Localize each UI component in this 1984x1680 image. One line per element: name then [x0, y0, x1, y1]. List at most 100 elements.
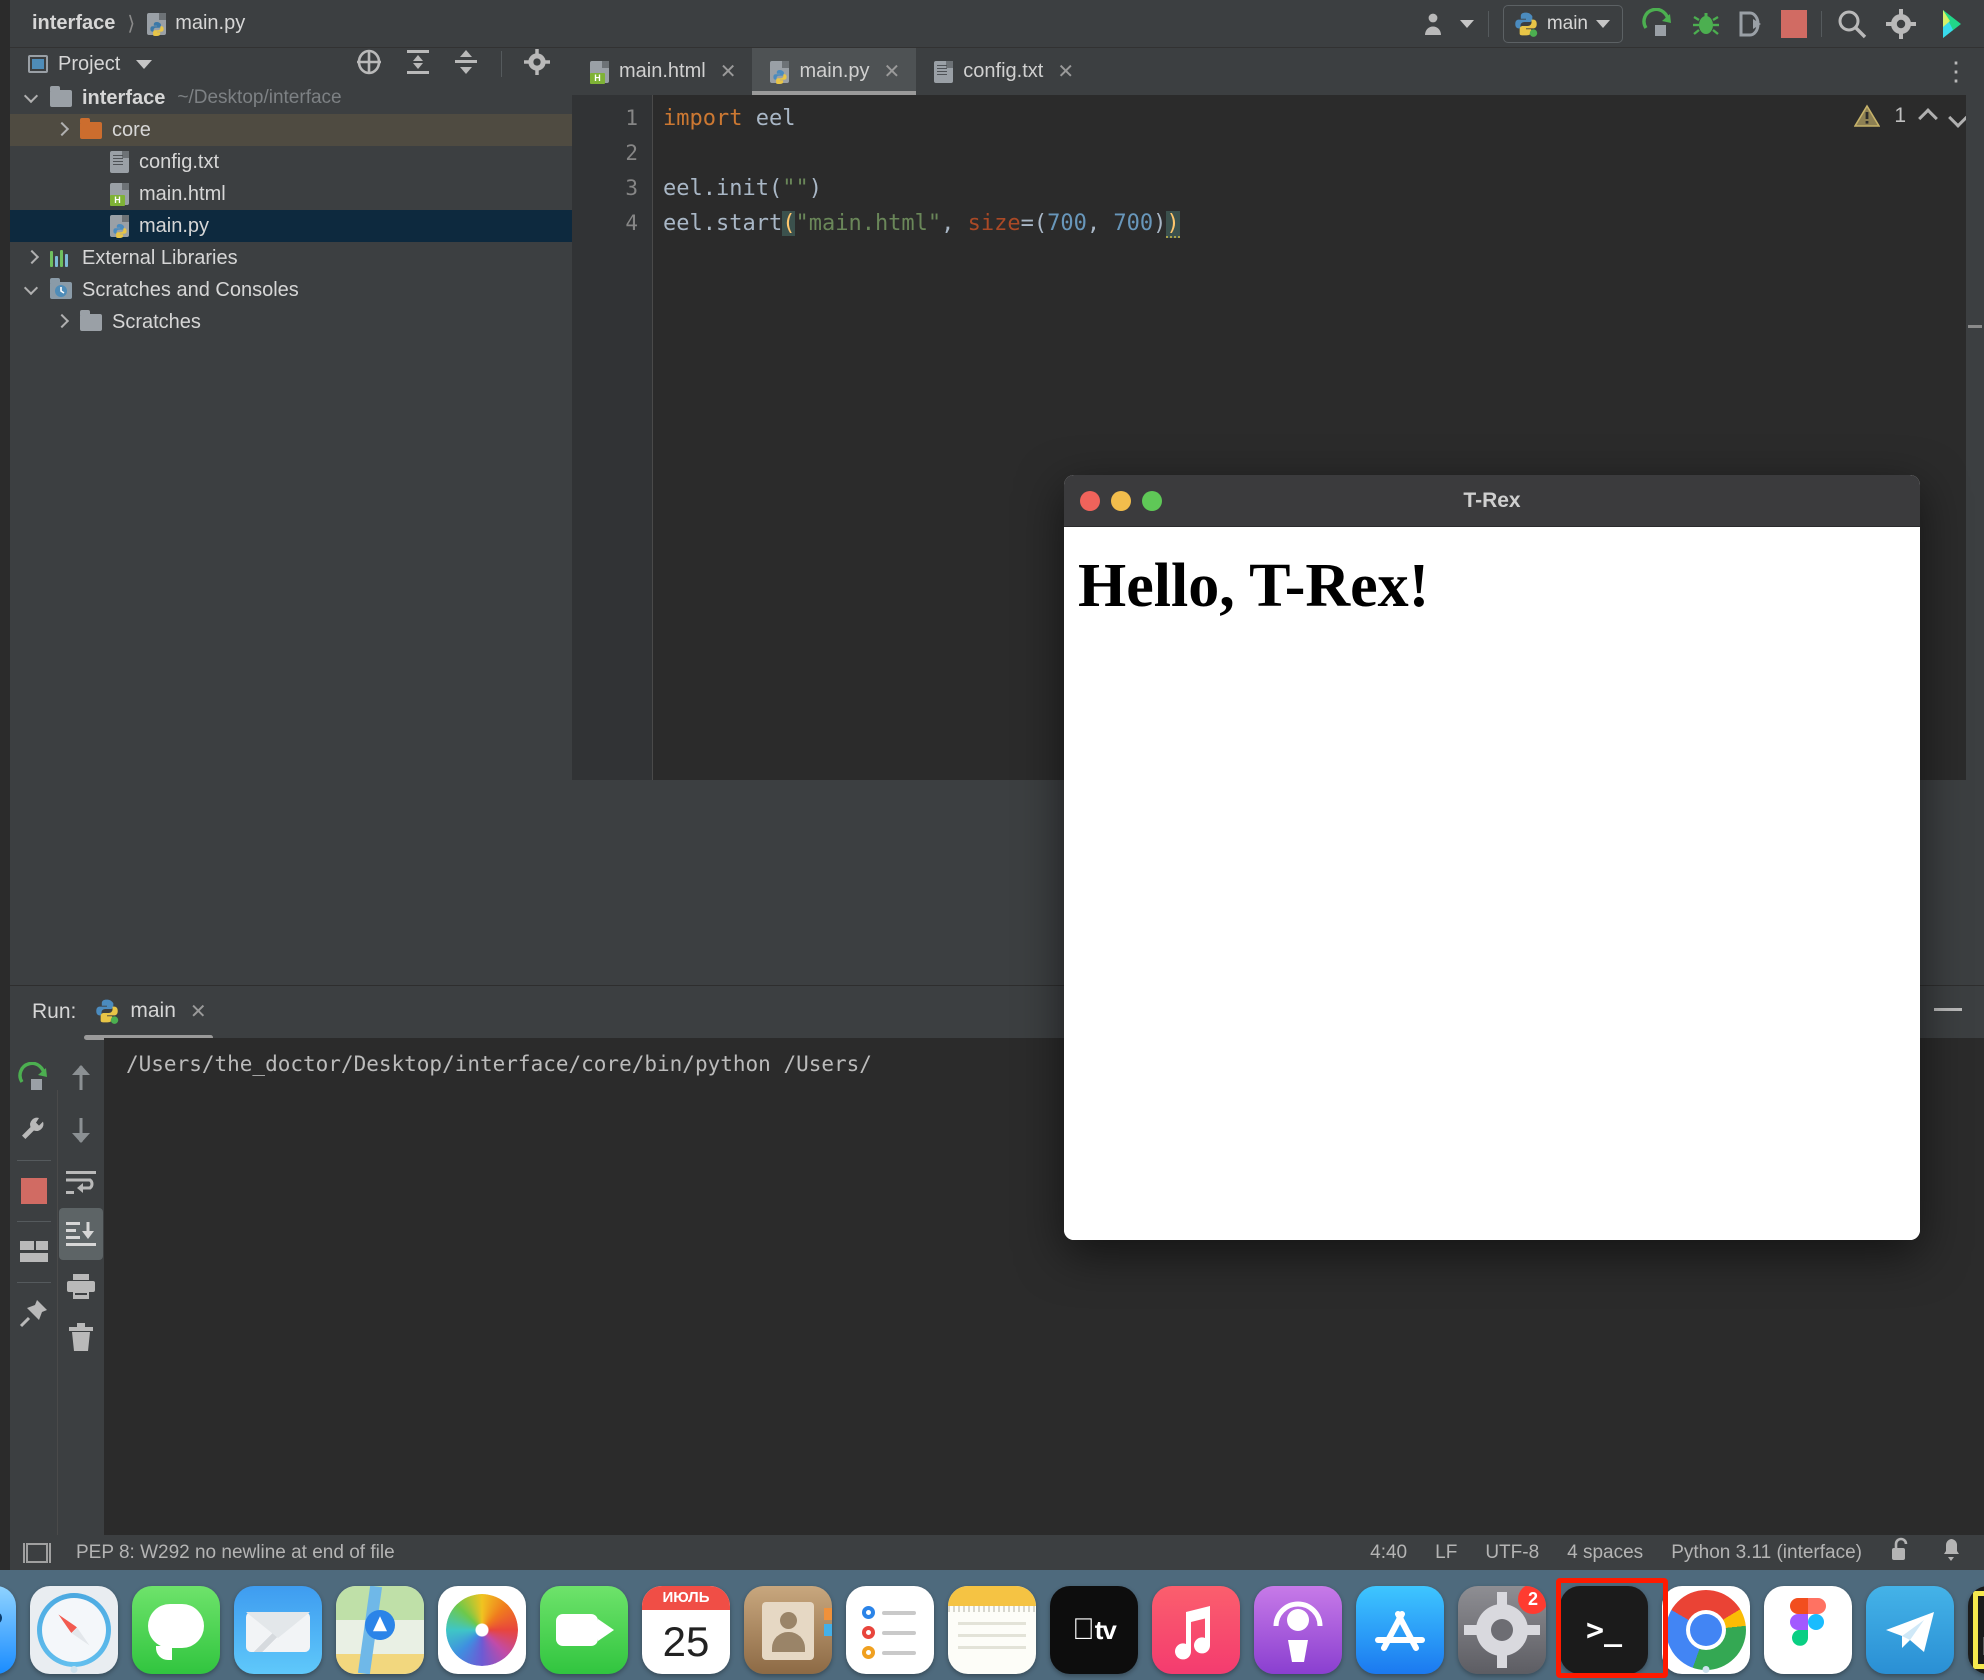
tree-item-scratches-and-consoles[interactable]: Scratches and Consoles [10, 274, 572, 306]
facetime-icon[interactable] [540, 1586, 628, 1674]
debug-button[interactable] [1691, 9, 1721, 39]
warning-count: 1 [1894, 104, 1906, 127]
appstore-icon[interactable] [1356, 1586, 1444, 1674]
coverage-button[interactable] [1737, 9, 1765, 39]
editor-options-icon[interactable]: ⋮ [1943, 58, 1970, 84]
tree-item-main-py[interactable]: main.py [10, 210, 572, 242]
tree-item-main-html[interactable]: Hmain.html [10, 178, 572, 210]
contacts-icon[interactable] [744, 1586, 832, 1674]
calendar-icon[interactable]: ИЮЛЬ 25 [642, 1586, 730, 1674]
close-icon[interactable]: ✕ [720, 59, 737, 84]
inspection-widget[interactable]: 1 [1854, 104, 1966, 128]
safari-icon[interactable] [30, 1586, 118, 1674]
up-arrow-icon[interactable] [59, 1052, 103, 1104]
editor-tab-config-txt[interactable]: config.txt ✕ [916, 48, 1090, 95]
project-icon [28, 55, 48, 73]
interpreter-selector[interactable]: Python 3.11 (interface) [1671, 1542, 1862, 1564]
pin-icon[interactable] [12, 1287, 56, 1339]
run-tab-main[interactable]: main ✕ [84, 998, 213, 1040]
pycharm-icon[interactable]: PC [1968, 1586, 1984, 1674]
code-token: "main.html" [795, 211, 942, 236]
run-configuration-selector[interactable]: main [1502, 5, 1623, 43]
photos-icon[interactable] [438, 1586, 526, 1674]
screen: interface ⟩ main.py main Project interfa… [0, 0, 1984, 1680]
trex-titlebar: T-Rex [1064, 475, 1920, 527]
tree-item-interface[interactable]: interface ~/Desktop/interface [10, 82, 572, 114]
tree-item-scratches[interactable]: Scratches [10, 306, 572, 338]
search-icon[interactable] [1836, 8, 1868, 40]
maps-icon[interactable] [336, 1586, 424, 1674]
notes-icon[interactable] [948, 1586, 1036, 1674]
print-icon[interactable] [59, 1260, 103, 1312]
mail-icon[interactable] [234, 1586, 322, 1674]
settings-icon[interactable] [1886, 9, 1916, 39]
rerun-icon[interactable] [12, 1052, 56, 1104]
collapse-all-icon[interactable] [453, 48, 479, 81]
podcasts-icon[interactable] [1254, 1586, 1342, 1674]
reminders-icon[interactable] [846, 1586, 934, 1674]
hide-panel-icon[interactable] [1934, 1008, 1962, 1011]
finder-icon[interactable] [0, 1586, 16, 1674]
stop-icon[interactable] [12, 1165, 56, 1217]
notifications-icon[interactable] [1940, 1537, 1962, 1569]
down-arrow-icon[interactable] [59, 1104, 103, 1156]
close-icon[interactable]: ✕ [190, 999, 207, 1024]
toolbar-divider [1821, 11, 1822, 37]
settings-icon[interactable]: 2 [1458, 1586, 1546, 1674]
locate-icon[interactable] [355, 48, 383, 81]
code-token: import [663, 106, 743, 131]
trash-icon[interactable] [59, 1312, 103, 1364]
previous-problem-icon[interactable] [1920, 108, 1936, 124]
file-encoding[interactable]: UTF-8 [1485, 1542, 1539, 1564]
project-panel-title[interactable]: Project [58, 53, 120, 76]
close-icon[interactable]: ✕ [1057, 59, 1074, 84]
trex-window[interactable]: T-Rex Hello, T-Rex! [1064, 475, 1920, 1240]
chrome-icon[interactable] [1662, 1586, 1750, 1674]
indent-setting[interactable]: 4 spaces [1567, 1542, 1643, 1564]
line-separator[interactable]: LF [1435, 1542, 1457, 1564]
stop-button[interactable] [1781, 10, 1807, 38]
chevron-right-icon[interactable] [54, 315, 68, 329]
editor-scrollbar[interactable] [1966, 95, 1984, 780]
chevron-right-icon[interactable] [54, 123, 68, 137]
wrench-icon[interactable] [12, 1104, 56, 1156]
layout-icon[interactable] [12, 1226, 56, 1278]
editor-tab-main-py[interactable]: main.py ✕ [752, 48, 917, 95]
user-group-icon[interactable] [1423, 11, 1474, 37]
chevron-down-icon[interactable] [24, 283, 38, 297]
tree-item-core[interactable]: core [10, 114, 572, 146]
tree-item-external-libraries[interactable]: External Libraries [10, 242, 572, 274]
music-icon[interactable] [1152, 1586, 1240, 1674]
trex-content: Hello, T-Rex! [1064, 527, 1920, 1240]
caret-position[interactable]: 4:40 [1370, 1542, 1407, 1564]
breadcrumb-file[interactable]: main.py [147, 12, 245, 36]
chevron-right-icon[interactable] [24, 251, 38, 265]
next-problem-icon[interactable] [1950, 108, 1966, 124]
editor-tab-main-html[interactable]: Hmain.html ✕ [572, 48, 752, 95]
chevron-down-icon[interactable] [24, 91, 38, 105]
ide-logo-icon[interactable] [1934, 7, 1968, 41]
line-number: 3 [625, 176, 638, 200]
expand-all-icon[interactable] [405, 48, 431, 81]
telegram-icon[interactable] [1866, 1586, 1954, 1674]
divider [57, 1090, 58, 1535]
line-number: 4 [625, 211, 638, 235]
toolbar-divider [1487, 11, 1489, 37]
breadcrumb-project[interactable]: interface [32, 12, 115, 35]
lock-open-icon[interactable] [1890, 1537, 1912, 1569]
close-icon[interactable]: ✕ [884, 59, 901, 84]
tree-item-config-txt[interactable]: config.txt [10, 146, 572, 178]
appletv-icon[interactable]: tv [1050, 1586, 1138, 1674]
show-tool-windows-icon[interactable] [23, 1542, 51, 1563]
run-configuration-label: main [1546, 13, 1588, 34]
calendar-month-label: ИЮЛЬ [642, 1586, 730, 1610]
soft-wrap-icon[interactable] [59, 1156, 103, 1208]
messages-icon[interactable] [132, 1586, 220, 1674]
scroll-to-end-icon[interactable] [58, 1208, 103, 1260]
figma-icon[interactable] [1764, 1586, 1852, 1674]
editor-tab-label: main.py [799, 60, 870, 82]
settings-icon[interactable] [524, 48, 550, 80]
code-token: , [1086, 211, 1114, 236]
chevron-down-icon[interactable] [136, 59, 153, 69]
run-button[interactable] [1641, 8, 1675, 40]
